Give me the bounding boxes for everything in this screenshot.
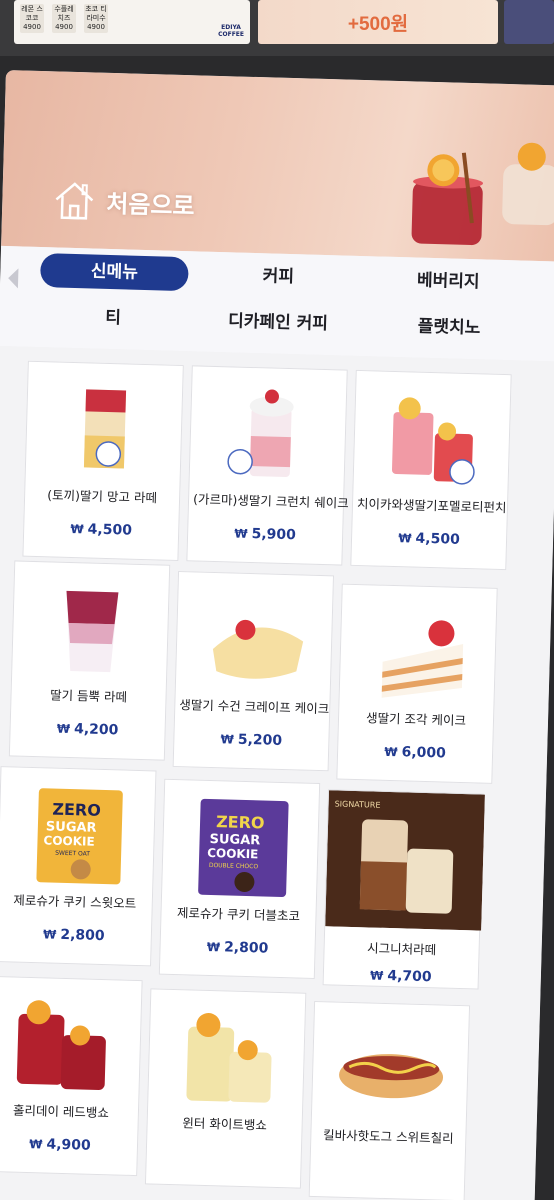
product-price: ₩4,200	[56, 721, 119, 739]
product-card[interactable]: 생딸기 조각 케이크 ₩6,000	[336, 583, 498, 784]
tab-decaf-coffee[interactable]: 디카페인 커피	[203, 304, 354, 342]
home-button[interactable]: 처음으로	[50, 171, 221, 232]
product-name: 생딸기 조각 케이크	[365, 710, 467, 729]
home-icon	[55, 182, 94, 220]
tab-coffee[interactable]: 커피	[228, 258, 329, 295]
product-price: ₩2,800	[42, 926, 105, 945]
red-vin-chaud-image	[16, 1000, 106, 1090]
cookie-oat-label-flavor: SWEET OAT	[55, 850, 90, 858]
strawberry-mango-latte-image	[83, 389, 127, 469]
product-card[interactable]: 킬바사핫도그 스위트칠리	[308, 1000, 471, 1200]
strawberry-latte-image	[66, 590, 119, 673]
signature-badge: SIGNATURE	[335, 799, 381, 809]
promo-price-text: +500원	[347, 13, 409, 35]
home-label: 처음으로	[105, 189, 196, 220]
promo-brand-logo: EDIYA COFFEE	[218, 24, 244, 38]
product-name: (가르마)생딸기 크런치 쉐이크	[192, 491, 349, 511]
cookie-choco-label-zero: ZERO	[216, 812, 265, 832]
promo-card-desserts: 레몬 스코코 4900 수플레 치즈 4900 초코 티라미수 4900 EDI…	[14, 0, 250, 44]
product-name: 치이카와생딸기포멜로티펀치	[356, 495, 507, 516]
promo-strip: 레몬 스코코 4900 수플레 치즈 4900 초코 티라미수 4900 EDI…	[0, 0, 554, 56]
cookie-oat-label-zero: ZERO	[52, 800, 101, 820]
pomelo-tea-punch-image	[391, 397, 475, 485]
zero-sugar-cookie-choco-image: ZERO SUGAR COOKIE DOUBLE CHOCO	[198, 798, 289, 898]
product-card[interactable]: (가르마)생딸기 크런치 쉐이크 ₩5,900	[186, 365, 349, 566]
product-card[interactable]: (토끼)딸기 망고 라떼 ₩4,500	[22, 360, 184, 562]
product-card[interactable]: 생딸기 수건 크레이프 케이크 ₩5,200	[172, 571, 335, 772]
product-card[interactable]: ZERO SUGAR COOKIE SWEET OAT 제로슈가 쿠키 스윗오트…	[0, 766, 157, 967]
product-name: (토끼)딸기 망고 라떼	[47, 487, 158, 506]
product-card[interactable]: ZERO SUGAR COOKIE DOUBLE CHOCO 제로슈가 쿠키 더…	[158, 778, 321, 979]
hero-banner: 처음으로	[1, 70, 554, 262]
promo-item-3: 초코 티라미수 4900	[84, 4, 108, 33]
promo-item-1: 레몬 스코코 4900	[20, 4, 44, 33]
kiosk-screen: 처음으로 신메뉴 커피 베버리지 티 디카페인 커피 플랫치노 (토끼)딸기 망…	[0, 70, 554, 1200]
product-price: ₩2,800	[206, 939, 269, 957]
product-name: 제로슈가 쿠키 스윗오트	[13, 892, 137, 911]
white-vin-chaud-image	[186, 1013, 272, 1103]
product-price: ₩5,200	[220, 731, 283, 749]
product-name: 윈터 화이트뱅쇼	[182, 1115, 268, 1133]
tab-tea[interactable]: 티	[63, 300, 164, 337]
product-name: 생딸기 수건 크레이프 케이크	[179, 697, 330, 717]
cookie-oat-label-cookie: COOKIE	[43, 833, 95, 848]
strawberry-cake-image	[381, 620, 464, 698]
product-card[interactable]: 홀리데이 레드뱅쇼 ₩4,900	[0, 975, 143, 1177]
kielbasa-hotdog-image	[339, 1054, 444, 1099]
promo-card-edge	[504, 0, 554, 44]
product-name: 시그니처라떼	[366, 940, 437, 958]
product-price: ₩4,500	[70, 521, 133, 539]
product-name: 제로슈가 쿠키 더블초코	[176, 905, 301, 924]
product-price: ₩4,900	[29, 1136, 91, 1154]
strawberry-crunch-shake-image	[227, 389, 294, 477]
promo-item-2: 수플레 치즈 4900	[52, 4, 76, 33]
hero-drink-image	[411, 142, 554, 246]
product-card[interactable]: 치이카와생딸기포멜로티펀치 ₩4,500	[350, 369, 512, 571]
zero-sugar-cookie-oat-image: ZERO SUGAR COOKIE SWEET OAT	[36, 788, 123, 885]
product-name: 홀리데이 레드뱅쇼	[12, 1102, 110, 1121]
product-name: 킬바사핫도그 스위트칠리	[322, 1127, 454, 1146]
cookie-choco-label-cookie: COOKIE	[207, 846, 259, 861]
category-tabs: 신메뉴 커피 베버리지 티 디카페인 커피 플랫치노	[0, 245, 554, 362]
product-card[interactable]: 딸기 듬뿍 라떼 ₩4,200	[8, 560, 171, 761]
product-price: ₩4,700	[369, 968, 432, 986]
product-grid: (토끼)딸기 망고 라떼 ₩4,500 (가르마)생딸기 크런치 쉐이크 ₩5,…	[0, 345, 554, 1200]
cookie-choco-label-flavor: DOUBLE CHOCO	[209, 862, 259, 870]
product-price: ₩5,900	[234, 526, 297, 544]
signature-latte-image: SIGNATURE	[325, 790, 485, 931]
tab-frappuccino[interactable]: 플랫치노	[389, 309, 510, 346]
tab-beverage[interactable]: 베버리지	[388, 263, 509, 300]
product-price: ₩6,000	[384, 744, 447, 762]
tab-new-menu[interactable]: 신메뉴	[39, 253, 189, 292]
product-card[interactable]: SIGNATURE 시그니처라떼 ₩4,700	[322, 789, 485, 990]
crepe-cake-image	[212, 619, 304, 679]
promo-card-price: +500원	[258, 0, 498, 44]
product-card[interactable]: 윈터 화이트뱅쇼	[144, 988, 307, 1189]
product-name: 딸기 듬뿍 라떼	[49, 687, 128, 705]
product-price: ₩4,500	[398, 530, 461, 548]
tabs-left-arrow-icon[interactable]	[7, 268, 19, 289]
